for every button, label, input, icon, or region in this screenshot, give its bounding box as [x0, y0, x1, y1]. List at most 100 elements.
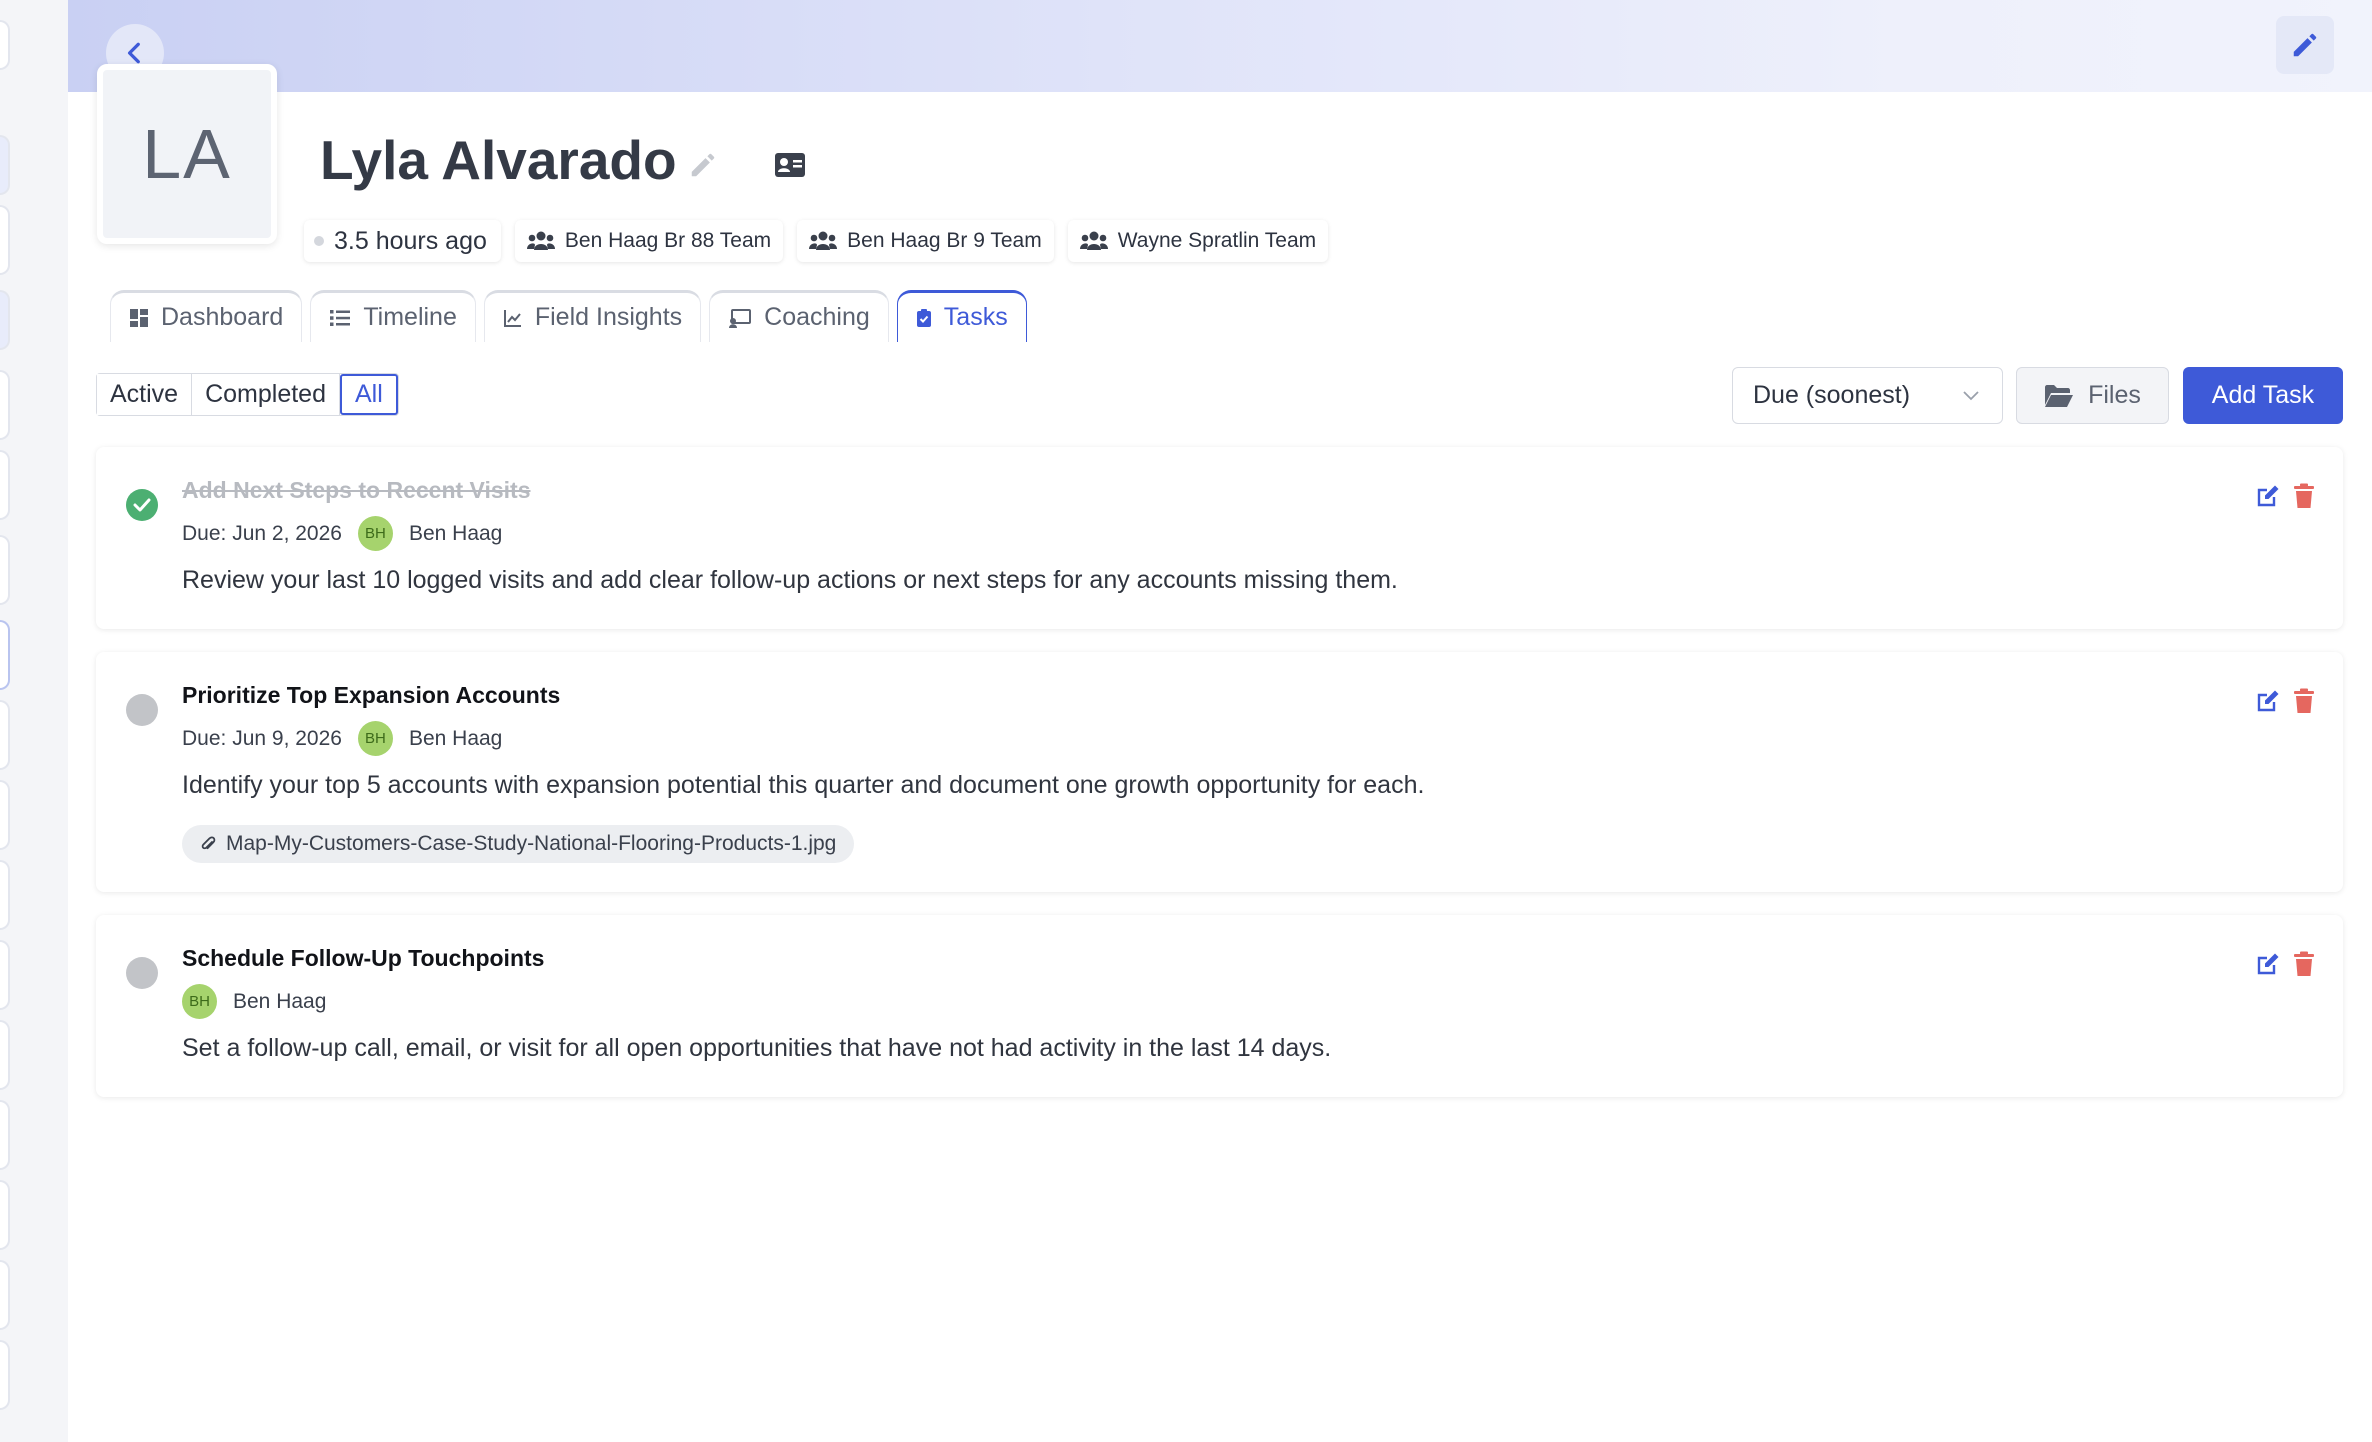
edit-name-icon[interactable]: [688, 150, 718, 185]
files-button-label: Files: [2088, 381, 2141, 409]
profile-name: Lyla Alvarado: [320, 129, 677, 191]
task-attachment[interactable]: Map-My-Customers-Case-Study-National-Flo…: [182, 825, 855, 863]
assignee-avatar: BH: [357, 516, 393, 551]
assignee-name: Ben Haag: [408, 726, 503, 750]
rail-tab[interactable]: [0, 860, 10, 930]
profile-avatar: LA: [97, 64, 277, 244]
profile-tabs: Dashboard Timeline Field Insights Coachi…: [110, 290, 1027, 342]
rail-tab[interactable]: [0, 940, 10, 1010]
sort-select-value: Due (soonest): [1753, 381, 1911, 409]
contact-card-icon[interactable]: [774, 152, 806, 183]
tab-label: Dashboard: [161, 303, 284, 331]
chevron-down-icon: [1963, 390, 1979, 400]
delete-task-icon[interactable]: [2293, 483, 2315, 509]
task-card[interactable]: Prioritize Top Expansion Accounts Due: J…: [96, 652, 2343, 892]
delete-task-icon[interactable]: [2293, 688, 2315, 714]
tab-label: Coaching: [764, 303, 870, 331]
task-meta: Due: Jun 9, 2026 BH Ben Haag: [182, 721, 502, 756]
rail-tab[interactable]: [0, 700, 10, 770]
task-due-date: Due: Jun 9, 2026: [182, 726, 342, 750]
filter-completed-button[interactable]: Completed: [192, 374, 340, 415]
tab-label: Tasks: [943, 303, 1008, 331]
clipboard-icon: [916, 308, 931, 327]
rail-tab[interactable]: [0, 370, 10, 440]
chevron-left-icon: [127, 42, 140, 64]
last-active-text: 3.5 hours ago: [334, 226, 487, 255]
team-chip-label: Wayne Spratlin Team: [1117, 229, 1317, 252]
task-status-toggle[interactable]: [126, 694, 158, 726]
task-title: Prioritize Top Expansion Accounts: [182, 682, 561, 708]
edit-task-icon[interactable]: [2255, 483, 2281, 509]
task-due-date: Due: Jun 2, 2026: [182, 521, 342, 545]
task-status-filter: Active Completed All: [96, 373, 399, 416]
task-card[interactable]: Schedule Follow-Up Touchpoints BH Ben Ha…: [96, 915, 2343, 1097]
rail-tab[interactable]: [0, 535, 10, 605]
task-actions: [2255, 483, 2315, 509]
last-active-chip: 3.5 hours ago: [304, 220, 501, 262]
rail-tab[interactable]: [0, 1100, 10, 1170]
rail-tab[interactable]: [0, 135, 10, 195]
team-chip-label: Ben Haag Br 88 Team: [564, 229, 772, 252]
users-icon: [1079, 231, 1108, 250]
assignee-avatar: BH: [182, 984, 217, 1019]
avatar-initials: LA: [142, 115, 232, 193]
rail-tab[interactable]: [0, 1340, 10, 1410]
rail-tab[interactable]: [0, 1180, 10, 1250]
add-task-button[interactable]: Add Task: [2183, 367, 2343, 424]
task-meta: Due: Jun 2, 2026 BH Ben Haag: [182, 516, 502, 551]
rail-tab[interactable]: [0, 1260, 10, 1330]
task-description: Review your last 10 logged visits and ad…: [182, 566, 1398, 594]
chalkboard-icon: [729, 308, 752, 328]
pencil-icon: [2293, 33, 2317, 57]
users-icon: [809, 231, 838, 250]
task-description: Identify your top 5 accounts with expans…: [182, 771, 1425, 799]
rail-tab[interactable]: [0, 620, 10, 690]
assignee-name: Ben Haag: [408, 521, 503, 545]
rail-tab[interactable]: [0, 20, 10, 70]
team-chip[interactable]: Wayne Spratlin Team: [1067, 220, 1329, 262]
tab-dashboard[interactable]: Dashboard: [110, 290, 303, 342]
tab-field-insights[interactable]: Field Insights: [483, 290, 702, 342]
filter-all-button[interactable]: All: [340, 374, 398, 415]
sort-select[interactable]: Due (soonest): [1732, 367, 2003, 424]
rail-tab[interactable]: [0, 205, 10, 275]
tab-label: Field Insights: [534, 303, 683, 331]
rail-tab[interactable]: [0, 1020, 10, 1090]
paperclip-icon: [201, 836, 216, 850]
team-chip[interactable]: Ben Haag Br 88 Team: [514, 220, 784, 262]
profile-chips: 3.5 hours ago Ben Haag Br 88 Team Ben Ha…: [304, 220, 1329, 262]
rail-tab[interactable]: [0, 290, 10, 350]
task-description: Set a follow-up call, email, or visit fo…: [182, 1034, 1332, 1062]
check-icon: [133, 498, 151, 512]
task-actions: [2255, 951, 2315, 977]
edit-banner-button[interactable]: [2276, 16, 2334, 74]
assignee-avatar: BH: [357, 721, 393, 756]
edit-task-icon[interactable]: [2255, 688, 2281, 714]
task-card[interactable]: Add Next Steps to Recent Visits Due: Jun…: [96, 447, 2343, 629]
chart-line-icon: [503, 309, 521, 327]
delete-task-icon[interactable]: [2293, 951, 2315, 977]
team-chip-label: Ben Haag Br 9 Team: [847, 229, 1042, 252]
task-status-toggle[interactable]: [126, 489, 158, 521]
assignee-name: Ben Haag: [233, 989, 327, 1013]
tab-coaching[interactable]: Coaching: [709, 290, 889, 342]
task-actions: [2255, 688, 2315, 714]
tab-timeline[interactable]: Timeline: [310, 290, 476, 342]
profile-banner: [68, 0, 2372, 92]
tab-tasks[interactable]: Tasks: [896, 290, 1027, 342]
task-title: Schedule Follow-Up Touchpoints: [182, 945, 545, 971]
dashboard-icon: [130, 308, 148, 327]
edit-task-icon[interactable]: [2255, 951, 2281, 977]
files-button[interactable]: Files: [2016, 367, 2169, 424]
task-meta: BH Ben Haag: [182, 984, 326, 1019]
filter-active-button[interactable]: Active: [97, 374, 193, 415]
tab-label: Timeline: [363, 303, 457, 331]
task-status-toggle[interactable]: [126, 957, 158, 989]
rail-tab[interactable]: [0, 780, 10, 850]
list-icon: [330, 309, 351, 326]
team-chip[interactable]: Ben Haag Br 9 Team: [797, 220, 1054, 262]
rail-tab[interactable]: [0, 450, 10, 520]
attachment-name: Map-My-Customers-Case-Study-National-Flo…: [226, 832, 837, 855]
status-dot: [314, 236, 324, 246]
left-rail: [0, 0, 68, 1442]
